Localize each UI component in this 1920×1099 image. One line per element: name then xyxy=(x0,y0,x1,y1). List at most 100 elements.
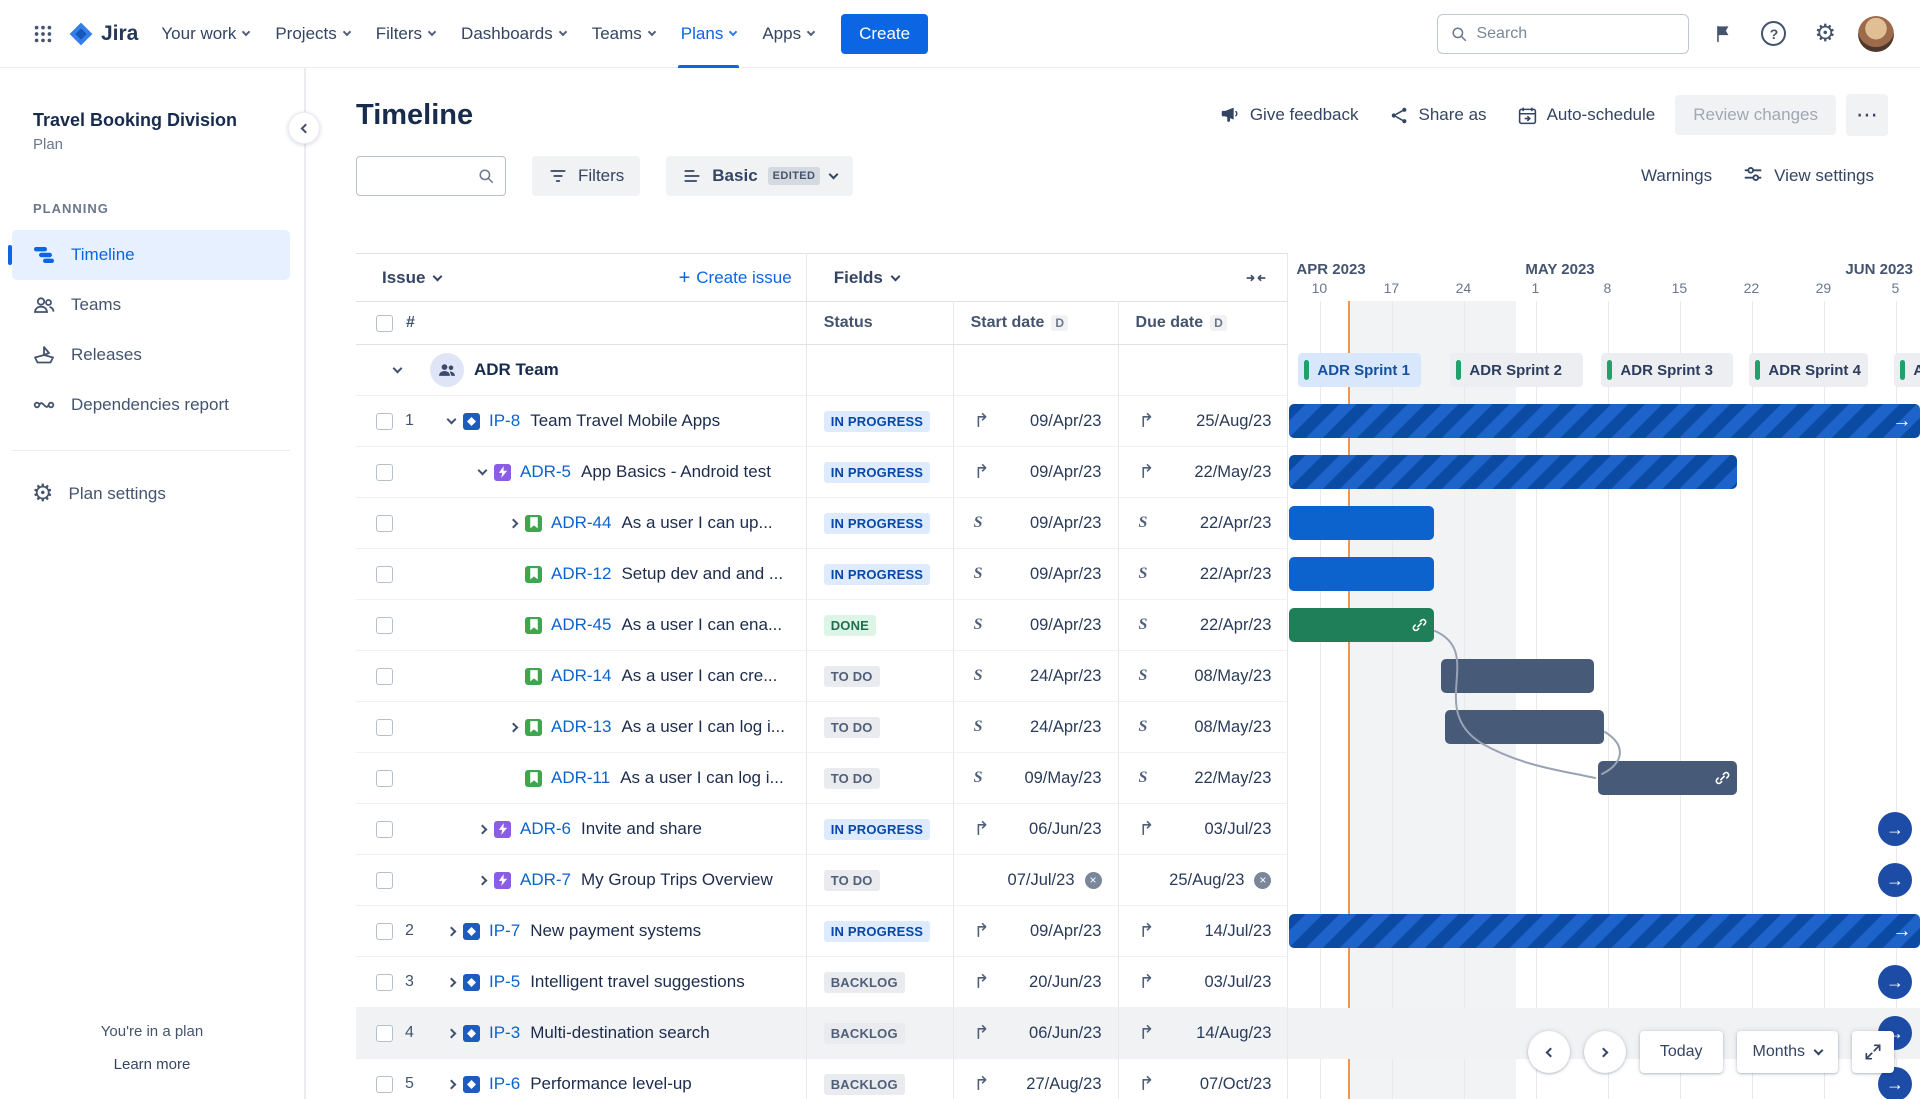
sprint-chip[interactable]: ADR Sprint 3 xyxy=(1601,353,1734,387)
issue-key[interactable]: IP-6 xyxy=(489,1074,520,1094)
issue-row[interactable]: ADR-6 Invite and share IN PROGRESS ↱ 06/J… xyxy=(356,804,1920,855)
issue-key[interactable]: IP-7 xyxy=(489,921,520,941)
issue-key[interactable]: IP-5 xyxy=(489,972,520,992)
row-checkbox[interactable] xyxy=(376,973,393,991)
issue-column-header[interactable]: Issue xyxy=(382,268,443,288)
sidebar-item-plan-settings[interactable]: ⚙ Plan settings xyxy=(12,469,290,519)
issue-key[interactable]: IP-8 xyxy=(489,411,520,431)
start-date-cell[interactable]: S 24/Apr/23 xyxy=(953,651,1119,702)
start-date-cell[interactable]: 07/Jul/23 × xyxy=(953,855,1119,906)
sidebar-item-releases[interactable]: Releases xyxy=(12,330,290,380)
status-cell[interactable]: IN PROGRESS xyxy=(806,549,954,600)
sprint-chip[interactable]: ADR Sprint 2 xyxy=(1450,353,1584,387)
expand-icon[interactable] xyxy=(472,875,492,885)
start-date-cell[interactable]: ↱ 06/Jun/23 xyxy=(953,1008,1119,1059)
due-date-cell[interactable]: ↱ 14/Aug/23 xyxy=(1118,1008,1289,1059)
status-cell[interactable]: IN PROGRESS xyxy=(806,396,954,447)
flag-icon[interactable] xyxy=(1707,18,1739,50)
gantt-bar[interactable] xyxy=(1289,506,1435,540)
sprint-chip[interactable]: ADR Sprint 1 xyxy=(1298,353,1422,387)
today-button[interactable]: Today xyxy=(1639,1031,1723,1073)
start-date-cell[interactable]: S 09/May/23 xyxy=(953,753,1119,804)
issue-key[interactable]: ADR-12 xyxy=(551,564,611,584)
gantt-bar[interactable] xyxy=(1289,455,1738,489)
issue-key[interactable]: ADR-13 xyxy=(551,717,611,737)
collapse-columns-icon[interactable] xyxy=(1245,267,1267,289)
issue-row[interactable]: ADR-14 As a user I can cre... TO DO S 24/… xyxy=(356,651,1920,702)
expand-icon[interactable] xyxy=(441,977,461,987)
status-cell[interactable]: DONE xyxy=(806,600,954,651)
row-checkbox[interactable] xyxy=(376,871,393,889)
status-cell[interactable]: TO DO xyxy=(806,651,954,702)
user-avatar[interactable] xyxy=(1858,15,1894,52)
global-search-input[interactable] xyxy=(1476,24,1677,43)
start-date-cell[interactable]: ↱ 20/Jun/23 xyxy=(953,957,1119,1008)
collapse-group-icon[interactable] xyxy=(387,363,407,375)
issue-row[interactable]: ADR-13 As a user I can log i... TO DO S 2… xyxy=(356,702,1920,753)
row-checkbox[interactable] xyxy=(376,1075,393,1093)
sidebar-item-dependencies-report[interactable]: Dependencies report xyxy=(12,380,290,430)
issue-key[interactable]: ADR-5 xyxy=(520,462,571,482)
expand-icon[interactable] xyxy=(503,518,523,528)
row-checkbox[interactable] xyxy=(376,820,393,838)
due-date-cell[interactable]: ↱ 14/Jul/23 xyxy=(1118,906,1289,957)
gantt-bar[interactable] xyxy=(1445,710,1605,744)
issue-row[interactable]: 3 IP-5 Intelligent travel suggestions BA… xyxy=(356,957,1920,1008)
issue-row[interactable]: ADR-5 App Basics - Android test IN PROGR… xyxy=(356,447,1920,498)
due-date-cell[interactable]: ↱ 03/Jul/23 xyxy=(1118,957,1289,1008)
expand-icon[interactable] xyxy=(472,465,492,477)
start-date-cell[interactable]: ↱ 27/Aug/23 xyxy=(954,1059,1119,1099)
status-cell[interactable]: BACKLOG xyxy=(807,1059,954,1099)
fullscreen-button[interactable] xyxy=(1852,1031,1894,1073)
gantt-bar[interactable] xyxy=(1598,761,1738,795)
issue-key[interactable]: ADR-7 xyxy=(520,870,571,890)
status-cell[interactable]: BACKLOG xyxy=(806,1008,954,1059)
row-checkbox[interactable] xyxy=(376,718,393,736)
start-date-cell[interactable]: S 24/Apr/23 xyxy=(953,702,1119,753)
learn-more-link[interactable]: Learn more xyxy=(114,1056,191,1073)
issue-key[interactable]: ADR-6 xyxy=(520,819,571,839)
due-date-cell[interactable]: S 22/May/23 xyxy=(1118,753,1289,804)
start-date-cell[interactable]: ↱ 09/Apr/23 xyxy=(953,447,1119,498)
status-cell[interactable]: IN PROGRESS xyxy=(806,498,954,549)
issue-row[interactable]: 1 IP-8 Team Travel Mobile Apps IN PROGRE… xyxy=(356,396,1920,447)
review-changes-button[interactable]: Review changes xyxy=(1675,95,1836,135)
table-search[interactable] xyxy=(356,156,506,196)
due-date-cell[interactable]: S 22/Apr/23 xyxy=(1118,549,1289,600)
start-date-cell[interactable]: S 09/Apr/23 xyxy=(953,549,1119,600)
issue-row[interactable]: ADR-44 As a user I can up... IN PROGRESS… xyxy=(356,498,1920,549)
scroll-to-bar-button[interactable]: → xyxy=(1877,965,1912,999)
row-checkbox[interactable] xyxy=(376,412,393,430)
scroll-left-button[interactable] xyxy=(1527,1031,1570,1073)
sprint-chip[interactable]: ADR Sprint 5 xyxy=(1894,353,1920,387)
fields-selector[interactable]: Fields xyxy=(834,268,901,288)
issue-key[interactable]: ADR-45 xyxy=(551,615,611,635)
app-switcher-icon[interactable] xyxy=(26,17,60,51)
due-date-cell[interactable]: ↱ 25/Aug/23 xyxy=(1118,396,1289,447)
start-date-cell[interactable]: S 09/Apr/23 xyxy=(953,600,1119,651)
scroll-right-button[interactable] xyxy=(1583,1031,1626,1073)
expand-icon[interactable] xyxy=(472,824,492,834)
due-date-cell[interactable]: S 22/Apr/23 xyxy=(1118,600,1289,651)
create-button[interactable]: Create xyxy=(841,13,929,54)
status-cell[interactable]: TO DO xyxy=(806,702,954,753)
row-checkbox[interactable] xyxy=(376,769,393,787)
expand-icon[interactable] xyxy=(441,926,461,936)
nav-item-projects[interactable]: Projects xyxy=(262,0,362,68)
due-date-cell[interactable]: ↱ 03/Jul/23 xyxy=(1118,804,1289,855)
due-date-cell[interactable]: S 22/Apr/23 xyxy=(1118,498,1289,549)
issue-row[interactable]: ADR-7 My Group Trips Overview TO DO 07/J… xyxy=(356,855,1920,906)
select-all-checkbox[interactable] xyxy=(376,314,393,332)
gantt-bar[interactable] xyxy=(1289,608,1435,642)
row-checkbox[interactable] xyxy=(376,514,393,532)
expand-icon[interactable] xyxy=(441,1028,461,1038)
table-search-input[interactable] xyxy=(369,167,477,185)
sprint-chip[interactable]: ADR Sprint 4 xyxy=(1749,353,1869,387)
issue-row[interactable]: ADR-11 As a user I can log i... TO DO S 0… xyxy=(356,753,1920,804)
auto-schedule-button[interactable]: Auto-schedule xyxy=(1507,97,1666,134)
row-checkbox[interactable] xyxy=(376,616,393,634)
status-cell[interactable]: IN PROGRESS xyxy=(806,906,954,957)
settings-gear-icon[interactable]: ⚙ xyxy=(1808,16,1842,52)
view-settings-button[interactable]: View settings xyxy=(1742,163,1874,190)
nav-item-your-work[interactable]: Your work xyxy=(148,0,262,68)
